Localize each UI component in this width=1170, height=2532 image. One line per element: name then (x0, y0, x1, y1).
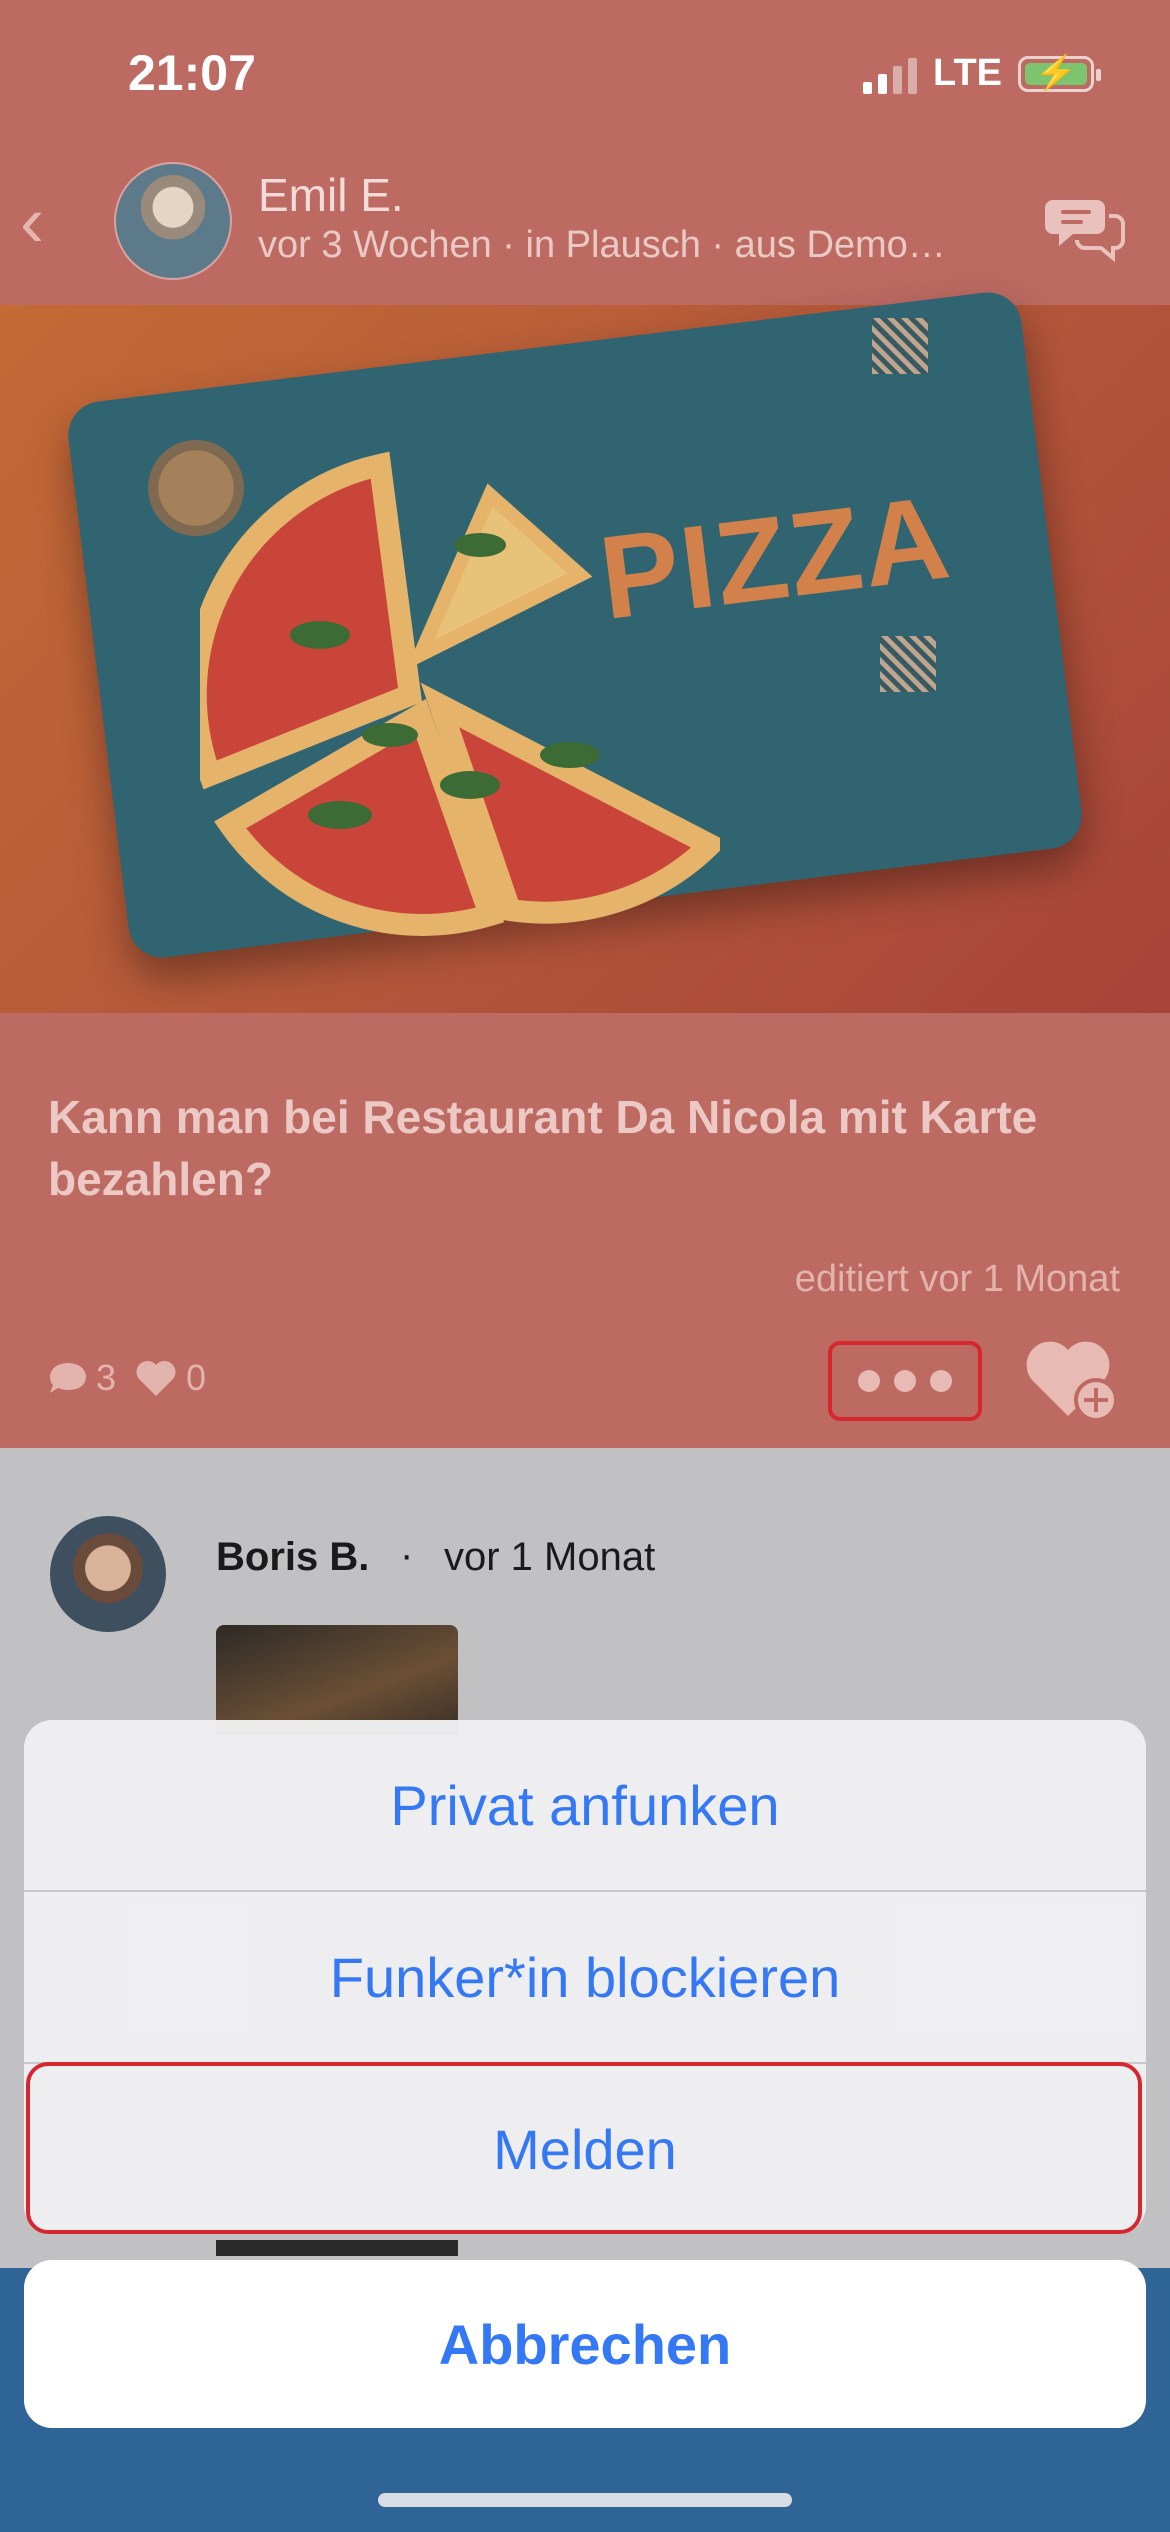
status-indicators: LTE ⚡ (863, 52, 1101, 95)
avatar[interactable] (114, 162, 232, 280)
qr-code-icon (880, 636, 936, 692)
battery-icon: ⚡ (1018, 54, 1101, 92)
post-stats: 3 0 (48, 1357, 206, 1399)
avatar[interactable] (50, 1516, 166, 1632)
back-chevron-icon[interactable]: ‹ (20, 182, 70, 262)
pizza-illustration (200, 451, 720, 936)
block-user-option[interactable]: Funker*in blockieren (24, 1892, 1146, 2062)
comment-image-bottom (216, 2240, 458, 2256)
network-label: LTE (933, 52, 1002, 94)
comment-count: 3 (96, 1357, 117, 1398)
ellipsis-dot (930, 1370, 952, 1392)
cancel-button[interactable]: Abbrechen (24, 2260, 1146, 2428)
qr-code-icon (872, 318, 928, 374)
comment-icon (50, 1363, 86, 1393)
ellipsis-dot (894, 1370, 916, 1392)
private-message-option[interactable]: Privat anfunken (24, 1720, 1146, 1890)
status-time: 21:07 (128, 45, 256, 101)
comment-image[interactable] (216, 1625, 458, 1735)
signal-icon (863, 54, 918, 94)
more-options-button[interactable] (828, 1341, 982, 1421)
ellipsis-dot (858, 1370, 880, 1392)
separator-dot: · (400, 1533, 414, 1577)
chat-bubbles-icon[interactable] (1045, 190, 1125, 263)
report-option-highlight (26, 2062, 1142, 2234)
heart-icon (136, 1360, 176, 1396)
heart-add-icon[interactable] (1022, 1334, 1122, 1424)
comment-time: vor 1 Monat (444, 1535, 656, 1579)
comment-author[interactable]: Boris B. (216, 1535, 369, 1580)
post-question: Kann man bei Restaurant Da Nicola mit Ka… (48, 1091, 1038, 1205)
like-count: 0 (186, 1357, 207, 1398)
author-name[interactable]: Emil E. (258, 168, 404, 222)
post-meta: vor 3 Wochen · in Plausch · aus Demo… (258, 224, 946, 266)
home-indicator[interactable] (378, 2493, 792, 2507)
edited-label: editiert vor 1 Monat (794, 1258, 1120, 1300)
